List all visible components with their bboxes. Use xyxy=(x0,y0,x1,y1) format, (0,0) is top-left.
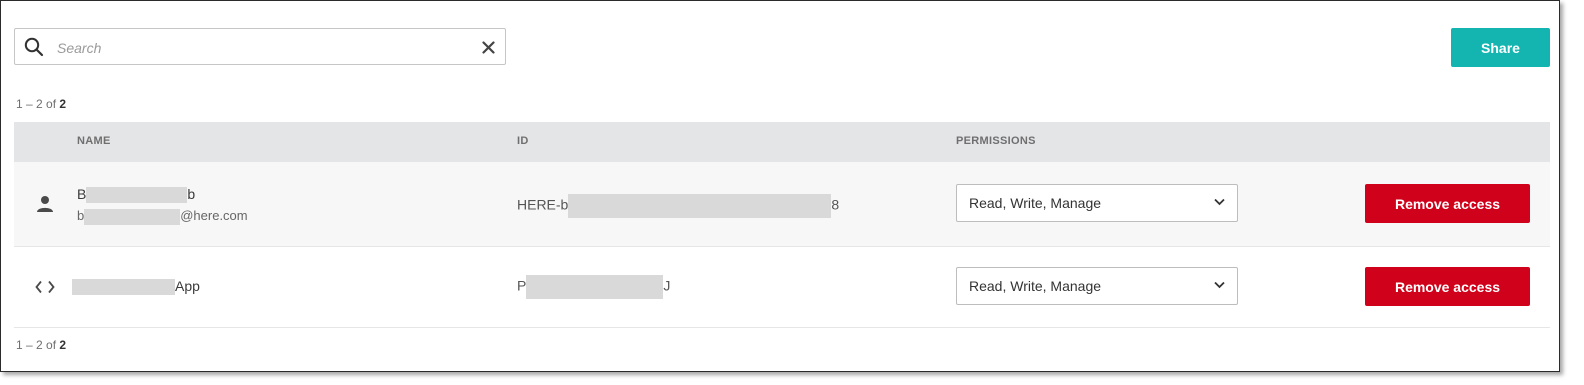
column-header-permissions[interactable]: PERMISSIONS xyxy=(956,135,1036,147)
window-frame: Share 1 – 2 of 2 NAME ID PERMISSIONS Bb … xyxy=(0,0,1560,372)
permissions-select[interactable]: Read, Write, Manage xyxy=(956,184,1238,222)
pagination-prefix: 1 – 2 of xyxy=(16,97,60,111)
member-email-end: @here.com xyxy=(180,208,248,223)
member-email-start: b xyxy=(77,208,85,223)
remove-access-button[interactable]: Remove access xyxy=(1365,184,1530,223)
column-header-name[interactable]: NAME xyxy=(77,135,111,147)
member-email: b @here.com xyxy=(77,208,248,225)
share-button[interactable]: Share xyxy=(1451,28,1550,67)
remove-access-button[interactable]: Remove access xyxy=(1365,267,1530,306)
person-icon xyxy=(37,196,53,212)
clear-search-icon[interactable] xyxy=(482,41,495,54)
pagination-total: 2 xyxy=(59,97,67,111)
search-box[interactable] xyxy=(14,28,506,65)
member-id: HERE-b 8 xyxy=(517,194,839,218)
code-icon xyxy=(35,280,55,294)
table-row: Bb b @here.com HERE-b 8 Read, Write, Manag… xyxy=(14,162,1550,247)
redacted-block xyxy=(72,279,175,296)
member-id-start: P xyxy=(517,277,527,294)
redacted-block xyxy=(526,275,664,299)
member-name: App xyxy=(72,278,200,296)
search-icon xyxy=(24,37,44,57)
column-header-id[interactable]: ID xyxy=(517,135,529,147)
redacted-block xyxy=(568,194,832,218)
member-name: Bb xyxy=(77,186,196,204)
redacted-block xyxy=(84,208,181,225)
chevron-down-icon xyxy=(1214,281,1225,289)
member-id: PJ xyxy=(517,275,670,299)
redacted-block xyxy=(86,187,188,204)
pagination-summary-bottom: 1 – 2 of 2 xyxy=(16,338,66,352)
table-header: NAME ID PERMISSIONS xyxy=(14,122,1550,162)
permissions-value: Read, Write, Manage xyxy=(969,278,1102,294)
search-input[interactable] xyxy=(55,35,479,61)
member-name-end: App xyxy=(175,278,200,294)
pagination-summary-top: 1 – 2 of 2 xyxy=(16,97,66,111)
member-id-end: J xyxy=(663,277,671,294)
pagination-total: 2 xyxy=(59,338,67,352)
permissions-value: Read, Write, Manage xyxy=(969,195,1102,211)
chevron-down-icon xyxy=(1214,198,1225,206)
table-row: App PJ Read, Write, Manage Remove access xyxy=(14,247,1550,328)
member-name-end: b xyxy=(187,186,196,202)
pagination-prefix: 1 – 2 of xyxy=(16,338,60,352)
member-id-start: HERE-b xyxy=(517,196,569,213)
member-name-start: B xyxy=(77,186,87,202)
permissions-select[interactable]: Read, Write, Manage xyxy=(956,267,1238,305)
member-id-end: 8 xyxy=(831,196,840,213)
